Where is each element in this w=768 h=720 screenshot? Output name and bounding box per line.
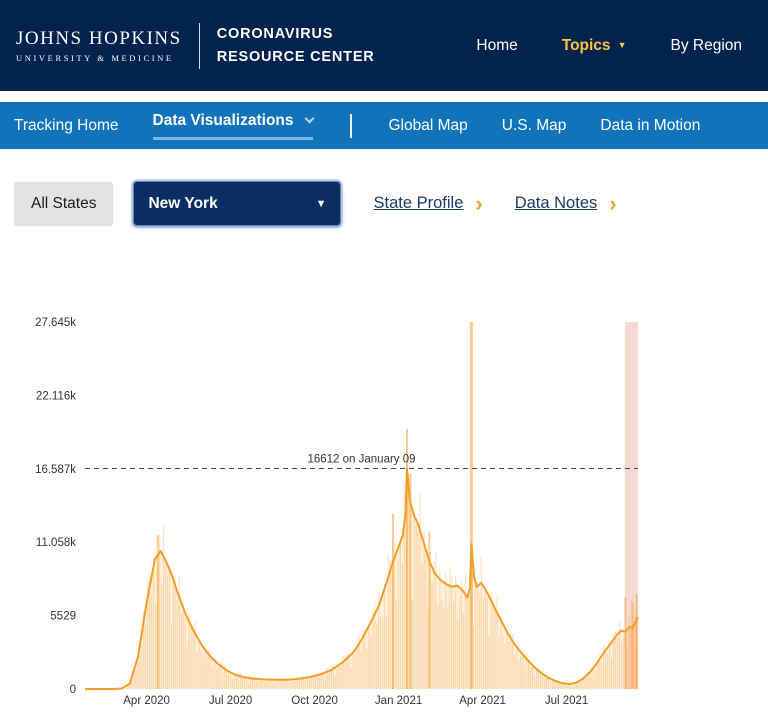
tracking-subnav: Tracking Home Data Visualizations Global… [0, 102, 768, 149]
y-tick-label: 5529 [50, 611, 76, 623]
subnav-tracking-home[interactable]: Tracking Home [14, 117, 119, 135]
state-profile-link[interactable]: State Profile › [373, 194, 482, 213]
x-tick-label: Jan 2021 [375, 695, 422, 707]
caret-down-icon: ▼ [316, 198, 327, 210]
y-tick-label: 0 [70, 684, 76, 696]
x-tick-label: Jul 2020 [209, 695, 252, 707]
all-states-button[interactable]: All States [14, 182, 113, 226]
chevron-down-icon [304, 113, 314, 123]
state-profile-label: State Profile [373, 194, 463, 213]
x-tick-label: Jul 2021 [545, 695, 588, 707]
site-header: JOHNS HOPKINS UNIVERSITY & MEDICINE CORO… [0, 0, 768, 91]
subnav-divider [350, 114, 352, 138]
state-controls: All States New York ▼ State Profile › Da… [0, 181, 768, 226]
nav-topics[interactable]: Topics ▼ [562, 37, 627, 55]
header-gap [0, 91, 768, 102]
data-notes-label: Data Notes [515, 194, 598, 213]
x-tick-label: Apr 2020 [123, 695, 170, 707]
caret-down-icon: ▼ [618, 40, 627, 50]
site-title-line1: CORONAVIRUS [217, 23, 375, 45]
nav-topics-label: Topics [562, 37, 611, 54]
nav-by-region[interactable]: By Region [670, 37, 742, 55]
subnav-data-visualizations[interactable]: Data Visualizations [153, 112, 313, 140]
subnav-data-visualizations-label: Data Visualizations [153, 112, 294, 129]
cases-chart: 16612 on January 09 27.645k 22.116k 16.587k… [10, 310, 768, 720]
logo-title: JOHNS HOPKINS [16, 28, 182, 50]
site-title[interactable]: CORONAVIRUS RESOURCE CENTER [217, 23, 375, 68]
y-tick-label: 11.058k [36, 537, 76, 549]
nav-home[interactable]: Home [476, 37, 517, 55]
logo-subtitle: UNIVERSITY & MEDICINE [16, 53, 182, 63]
y-tick-label: 27.645k [35, 317, 76, 329]
y-tick-label: 16.587k [35, 464, 76, 476]
y-tick-label: 22.116k [36, 390, 76, 402]
subnav-us-map[interactable]: U.S. Map [502, 117, 567, 135]
x-tick-label: Oct 2020 [291, 695, 338, 707]
subnav-global-map[interactable]: Global Map [389, 117, 468, 135]
primary-nav: Home Topics ▼ By Region [476, 37, 752, 55]
cases-chart-svg: 16612 on January 09 27.645k 22.116k 16.587k… [10, 310, 750, 720]
site-title-line2: RESOURCE CENTER [217, 46, 375, 68]
data-notes-link[interactable]: Data Notes › [515, 194, 617, 213]
x-tick-label: Apr 2021 [459, 695, 506, 707]
state-select[interactable]: New York ▼ [133, 181, 341, 226]
jhu-logo[interactable]: JOHNS HOPKINS UNIVERSITY & MEDICINE [16, 28, 182, 63]
state-select-value: New York [148, 195, 217, 213]
annotation-label: 16612 on January 09 [307, 454, 415, 466]
subnav-data-in-motion[interactable]: Data in Motion [600, 117, 700, 135]
header-divider [199, 23, 200, 69]
